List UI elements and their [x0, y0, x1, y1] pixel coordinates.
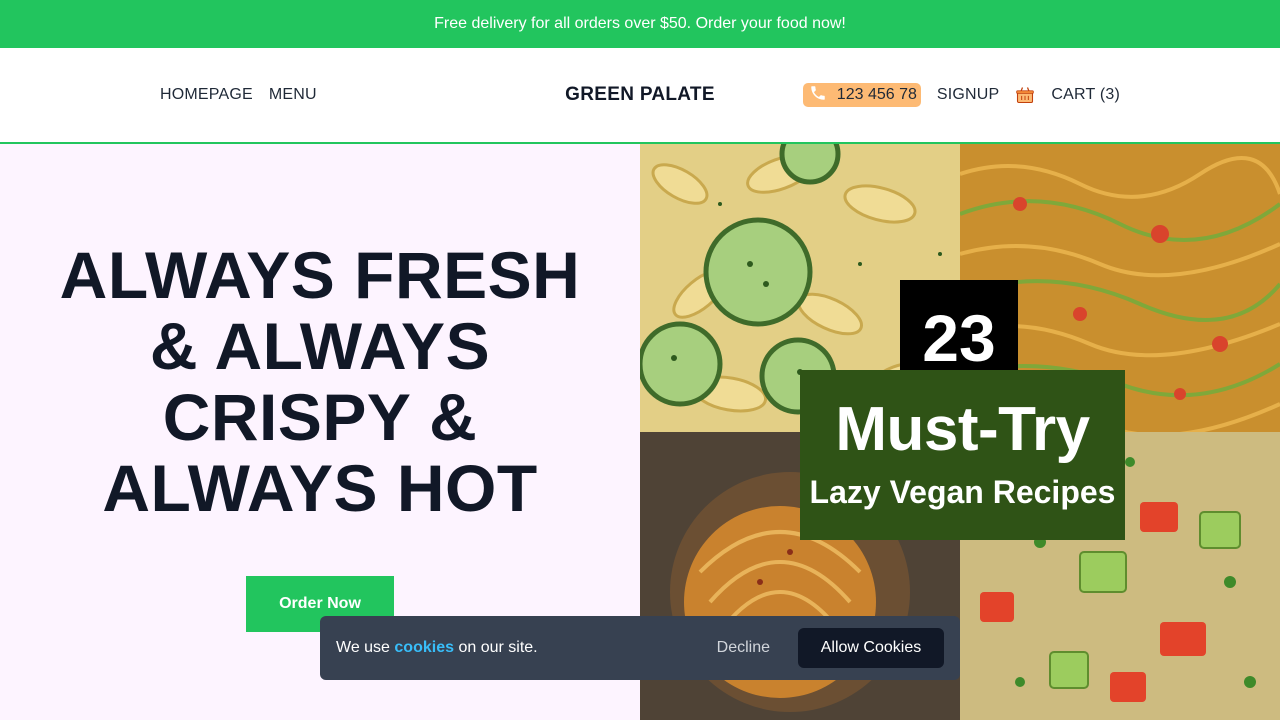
shopping-basket-icon: [1015, 85, 1035, 105]
cookie-message: We use cookies on our site.: [336, 639, 717, 657]
cart-label: CART (3): [1051, 86, 1120, 103]
promo-text: Free delivery for all orders over $50. O…: [434, 15, 846, 32]
signup-link[interactable]: SIGNUP: [937, 86, 1000, 104]
cookie-suffix: on our site.: [458, 639, 538, 656]
nav-menu-link[interactable]: MENU: [269, 86, 317, 104]
cookie-prefix: We use: [336, 639, 390, 656]
allow-cookies-button[interactable]: Allow Cookies: [798, 628, 944, 668]
phone-icon: [809, 84, 827, 107]
phone-contact[interactable]: 123 456 78: [802, 83, 921, 107]
cookies-link[interactable]: cookies: [394, 639, 454, 656]
hero-title-line: CRISPY &: [162, 380, 478, 454]
nav-homepage-link[interactable]: HOMEPAGE: [160, 86, 253, 104]
header-actions: 123 456 78 SIGNUP CART (3): [802, 48, 1120, 142]
site-header: HOMEPAGE MENU GREEN PALATE 123 456 78 SI…: [0, 48, 1280, 144]
cart-link[interactable]: CART (3): [1015, 85, 1120, 105]
hero-title-line: ALWAYS HOT: [102, 451, 538, 525]
cookie-consent-banner: We use cookies on our site. Decline Allo…: [320, 616, 960, 680]
phone-number: 123 456 78: [836, 86, 917, 103]
promo-bar: Free delivery for all orders over $50. O…: [0, 0, 1280, 48]
recipe-title-badge: Must-Try Lazy Vegan Recipes: [800, 370, 1125, 540]
main-nav: HOMEPAGE MENU: [160, 48, 317, 142]
hero-title: ALWAYS FRESH & ALWAYS CRISPY & ALWAYS HO…: [20, 240, 620, 524]
decline-cookies-button[interactable]: Decline: [717, 639, 770, 657]
recipe-title-main: Must-Try: [835, 395, 1090, 464]
hero-title-line: ALWAYS FRESH: [59, 238, 581, 312]
recipe-title-sub: Lazy Vegan Recipes: [809, 474, 1116, 510]
hero-title-line: & ALWAYS: [149, 309, 491, 383]
